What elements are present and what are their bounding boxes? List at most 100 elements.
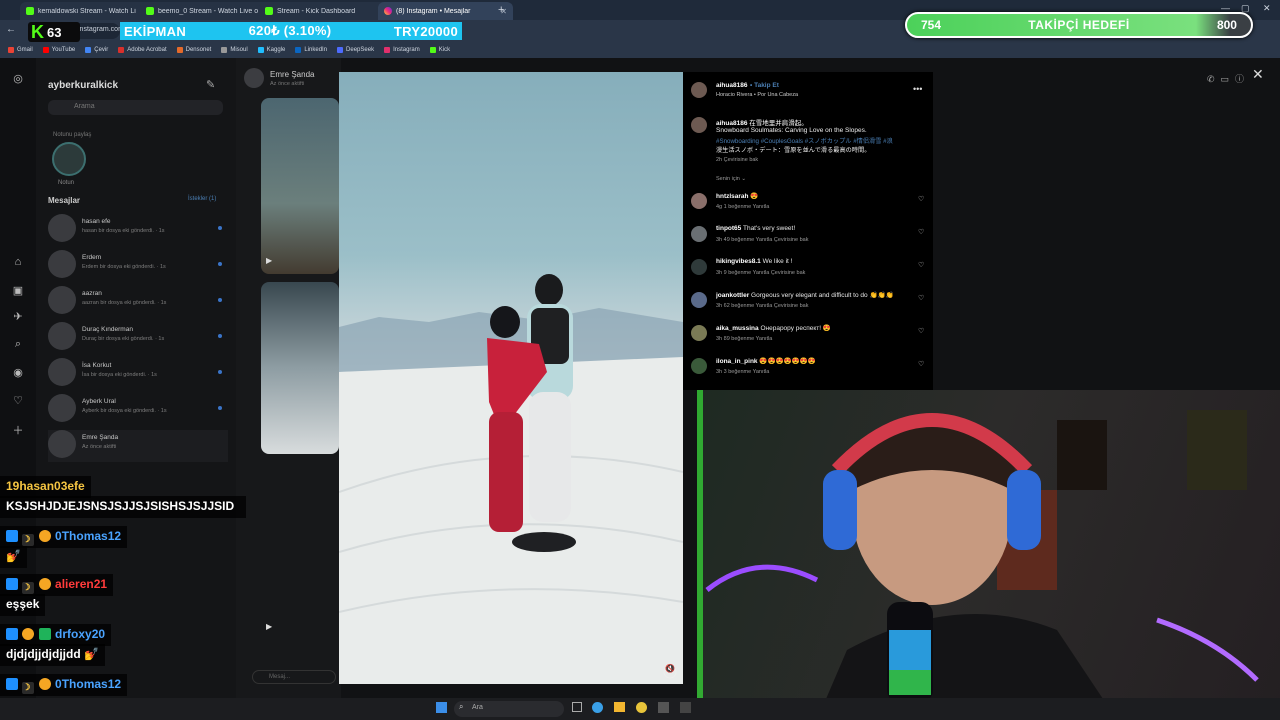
avatar [48, 358, 76, 386]
bookmark[interactable]: Instagram [384, 47, 420, 53]
heart-icon[interactable]: ♡ [918, 195, 924, 203]
chat-message: djdjdjjdjdjjdd 💅 [0, 644, 105, 666]
file-explorer-icon[interactable] [614, 702, 625, 712]
comment-item: hikingvibes8.1 We like it ! 3h 9 beğenme… [691, 258, 931, 288]
dm-list-item[interactable]: Ayberk Ural Ayberk bir dosya eki gönderd… [48, 394, 228, 426]
verified-badge-icon [6, 628, 18, 640]
message-input[interactable]: Mesaj... [252, 670, 336, 684]
misoul-icon [221, 47, 228, 53]
heart-icon[interactable]: ♡ [918, 261, 924, 269]
browser-tab[interactable]: beemo_0 Stream - Watch Live o ✕ [140, 2, 275, 20]
reel-icon: ▶ [266, 622, 273, 631]
bookmark[interactable]: Çevir [85, 47, 108, 53]
post-caption-line: 漫生活スノボ・デート：雪原を並んで滑る最高の時間。 [716, 147, 871, 154]
bookmark[interactable]: Densonet [176, 47, 211, 53]
avatar[interactable] [691, 82, 707, 98]
youtube-icon [42, 47, 49, 53]
more-options-icon[interactable]: ••• [913, 84, 922, 94]
bookmark[interactable]: LinkedIn [295, 47, 327, 53]
dm-search-input[interactable]: Arama [48, 100, 223, 115]
unread-dot [218, 226, 222, 230]
chat-title[interactable]: Emre Şanda [270, 70, 314, 79]
dm-list-item[interactable]: Erdem Erdem bir dosya eki gönderdi. · 1s [48, 250, 228, 282]
heart-icon[interactable]: ♡ [918, 228, 924, 236]
avatar[interactable] [691, 325, 707, 341]
app-icon[interactable] [680, 702, 691, 713]
messages-icon[interactable]: ✈ [11, 310, 25, 324]
back-icon[interactable]: ← [6, 24, 16, 35]
call-icons[interactable]: ✆▭ⓘ [1207, 72, 1250, 85]
taskbar-search[interactable]: Ara [454, 701, 564, 717]
heart-icon[interactable]: ♡ [918, 360, 924, 368]
bookmark[interactable]: YouTube [42, 47, 75, 53]
post-hashtags[interactable]: #Snowboarding #CouplesGoals #スノボカップル #情侣… [716, 136, 893, 145]
post-audio[interactable]: Horacio Rivera • Por Una Cabeza [716, 92, 798, 98]
bookmark[interactable]: DeepSeek [337, 47, 374, 53]
post-media[interactable] [339, 72, 683, 684]
messages-header: Mesajlar [48, 196, 81, 205]
close-window-icon[interactable]: ✕ [1263, 3, 1271, 14]
avatar [48, 430, 76, 458]
requests-link[interactable]: İstekler (1) [188, 196, 216, 202]
post-author[interactable]: aihua8186 [716, 82, 747, 89]
avatar[interactable] [691, 292, 707, 308]
explore-icon[interactable]: ◉ [11, 366, 25, 380]
dm-username[interactable]: ayberkuralkick [48, 80, 118, 91]
browser-tab[interactable]: Stream - Kick Dashboard ✕ [259, 2, 394, 20]
chrome-icon[interactable] [636, 702, 647, 713]
heart-icon[interactable]: ♡ [918, 327, 924, 335]
avatar[interactable] [691, 193, 707, 209]
unread-dot [218, 370, 222, 374]
edge-icon[interactable] [592, 702, 603, 713]
snowboard-couple-image [339, 274, 683, 684]
comment-sort-dropdown[interactable]: Senin için ⌄ [716, 176, 746, 182]
reel-icon: ▶ [266, 256, 273, 265]
task-view-icon[interactable] [572, 702, 582, 712]
bookmark[interactable]: Adobe Acrobat [118, 47, 167, 53]
search-icon[interactable]: ⌕ [11, 338, 25, 352]
avatar[interactable] [52, 142, 86, 176]
instagram-icon[interactable]: ◎ [11, 72, 25, 86]
browser-tab-active[interactable]: (8) Instagram • Mesajlar ✕ [378, 2, 513, 20]
dm-list-item[interactable]: Duraç Kınderman Duraç bir dosya eki gönd… [48, 322, 228, 354]
caption-meta[interactable]: 2h Çevirisine bak [716, 157, 758, 163]
chat-username-line: drfoxy20 [0, 624, 112, 646]
calendar-icon[interactable] [658, 702, 669, 713]
dm-list-item-active[interactable]: Emre Şanda Az önce aktifti [48, 430, 228, 462]
home-icon[interactable]: ⌂ [11, 256, 25, 270]
shared-reel-thumbnail[interactable] [261, 282, 339, 454]
mute-icon[interactable]: 🔇 [665, 664, 675, 673]
gift-badge-icon [22, 628, 35, 640]
bookmark[interactable]: Kick [429, 47, 450, 53]
dm-list-item[interactable]: hasan efe hasan bir dosya eki gönderdi. … [48, 214, 228, 246]
dm-list-item[interactable]: aazran aazran bir dosya eki gönderdi. · … [48, 286, 228, 318]
bookmark[interactable]: Gmail [8, 47, 33, 53]
heart-icon[interactable]: ♡ [918, 294, 924, 302]
avatar [691, 117, 707, 133]
bookmark[interactable]: Misoul [221, 47, 248, 53]
avatar[interactable] [691, 226, 707, 242]
chat-subtitle: Az önce aktifti [270, 81, 305, 87]
viewer-count-badge: K 63 [28, 22, 80, 42]
shared-reel-thumbnail[interactable] [261, 98, 339, 274]
post-caption-line: Snowboard Soulmates: Carving Love on the… [716, 127, 867, 134]
avatar[interactable] [691, 259, 707, 275]
create-icon[interactable]: ＋ [11, 422, 25, 437]
comment-item: tinpot65 That's very sweet! 3h 49 beğenm… [691, 225, 931, 255]
follow-button[interactable]: • Takip Et [750, 82, 779, 89]
og-badge-icon [38, 628, 51, 640]
reels-icon[interactable]: ▣ [11, 284, 25, 298]
new-tab-button[interactable]: + [498, 4, 504, 16]
equipment-goal-bar: EKİPMAN 620₺ (3.10%) TRY20000 [120, 22, 462, 40]
compose-icon[interactable]: ✎ [206, 78, 215, 91]
acrobat-icon [118, 47, 125, 53]
windows-start-icon[interactable] [436, 702, 447, 713]
avatar[interactable] [691, 358, 707, 374]
chat-username-line: ☽ 0Thomas12 [0, 674, 128, 696]
bookmark[interactable]: Kaggle [257, 47, 285, 53]
browser-tab[interactable]: kemaldowski Stream - Watch Li ✕ [20, 2, 155, 20]
close-icon[interactable]: ✕ [1252, 66, 1264, 83]
dm-list-item[interactable]: İsa Korkut İsa bir dosya eki gönderdi. ·… [48, 358, 228, 390]
densonet-icon [176, 47, 183, 53]
heart-icon[interactable]: ♡ [11, 394, 25, 408]
